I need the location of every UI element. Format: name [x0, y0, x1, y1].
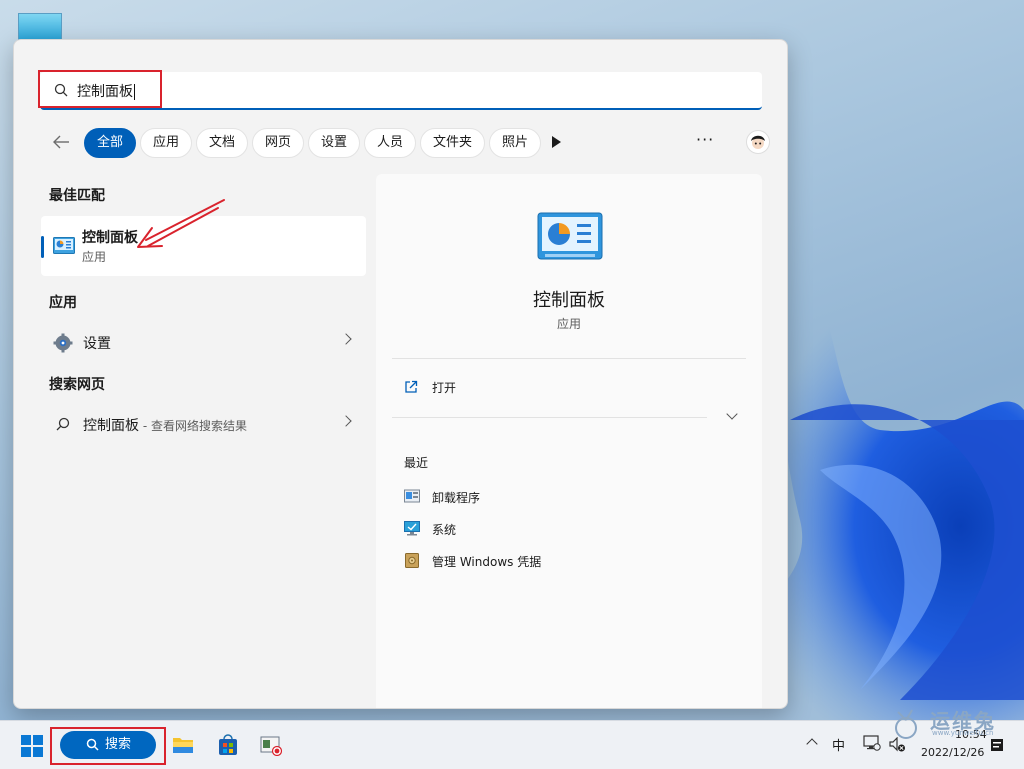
web-search-label: 控制面板 - 查看网络搜索结果	[83, 418, 247, 434]
chevron-right-icon	[340, 415, 352, 427]
recent-heading: 最近	[404, 456, 429, 470]
ime-indicator[interactable]: 中	[832, 735, 845, 754]
preview-title: 控制面板	[533, 290, 605, 311]
programs-icon	[404, 489, 420, 503]
watermark-url: www.yunweitu.cn	[932, 729, 994, 737]
web-search-item[interactable]: 控制面板 - 查看网络搜索结果	[41, 406, 366, 442]
network-icon[interactable]	[863, 735, 881, 751]
filter-chip-apps[interactable]: 应用	[140, 128, 193, 158]
app-item-settings[interactable]: 设置	[41, 324, 366, 360]
search-icon	[56, 417, 70, 431]
search-input[interactable]: 控制面板	[77, 81, 135, 101]
search-panel: 控制面板 全部 应用 文档 网页 设置 人员 文件夹 照片 ··· 最佳匹配 控…	[13, 39, 788, 709]
preview-pane: 控制面板 应用 打开 最近 卸载程序 系统 管理 Windows 凭据	[376, 174, 762, 708]
system-monitor-icon	[404, 521, 420, 536]
divider	[392, 358, 746, 359]
user-avatar[interactable]	[746, 130, 770, 154]
preview-subtitle: 应用	[556, 317, 581, 331]
app-item-label: 设置	[83, 336, 111, 352]
filter-chip-web[interactable]: 网页	[252, 128, 305, 158]
selection-indicator	[41, 236, 44, 258]
taskbar: 搜索 中 10:54 2022/12/26	[0, 720, 1024, 769]
filter-chip-all[interactable]: 全部	[84, 128, 137, 158]
windows-start-icon[interactable]	[21, 735, 43, 757]
search-web-heading: 搜索网页	[49, 377, 105, 393]
more-options-button[interactable]: ···	[696, 130, 714, 149]
filter-chip-settings[interactable]: 设置	[308, 128, 361, 158]
best-match-heading: 最佳匹配	[49, 188, 105, 204]
search-icon	[86, 738, 99, 751]
chevron-down-icon[interactable]	[726, 408, 738, 420]
back-arrow-icon[interactable]	[50, 131, 72, 153]
filter-chip-photos[interactable]: 照片	[489, 128, 542, 158]
credential-safe-icon	[405, 553, 419, 568]
best-match-title: 控制面板	[82, 230, 138, 246]
chevron-right-icon	[340, 333, 352, 345]
taskbar-search-button[interactable]: 搜索	[60, 731, 156, 759]
divider	[392, 417, 707, 418]
open-label: 打开	[432, 381, 457, 395]
recorder-app-icon[interactable]	[260, 734, 282, 756]
taskbar-search-label: 搜索	[105, 737, 132, 752]
open-external-icon	[405, 380, 418, 393]
chevron-up-icon[interactable]	[806, 738, 818, 750]
filter-chip-people[interactable]: 人员	[364, 128, 417, 158]
search-icon	[54, 83, 68, 97]
filter-chip-folders[interactable]: 文件夹	[420, 128, 486, 158]
best-match-subtitle: 应用	[82, 250, 107, 264]
filter-chip-documents[interactable]: 文档	[196, 128, 249, 158]
recent-item-label: 管理 Windows 凭据	[432, 555, 542, 569]
file-explorer-icon[interactable]	[172, 734, 194, 756]
recent-item-label: 卸载程序	[432, 491, 481, 505]
filter-bar: 全部 应用 文档 网页 设置 人员 文件夹 照片 ···	[40, 126, 770, 160]
more-filters-arrow-icon[interactable]	[552, 136, 561, 148]
control-panel-icon	[53, 237, 75, 254]
desktop-icon[interactable]	[18, 13, 62, 41]
control-panel-large-icon	[537, 212, 603, 260]
gear-icon	[53, 333, 73, 353]
microsoft-store-icon[interactable]	[217, 734, 239, 756]
search-box[interactable]: 控制面板	[38, 70, 762, 110]
apps-heading: 应用	[49, 295, 77, 311]
clock-date[interactable]: 2022/12/26	[921, 746, 984, 759]
best-match-item[interactable]: 控制面板 应用	[41, 216, 366, 276]
recent-item-label: 系统	[432, 523, 457, 537]
